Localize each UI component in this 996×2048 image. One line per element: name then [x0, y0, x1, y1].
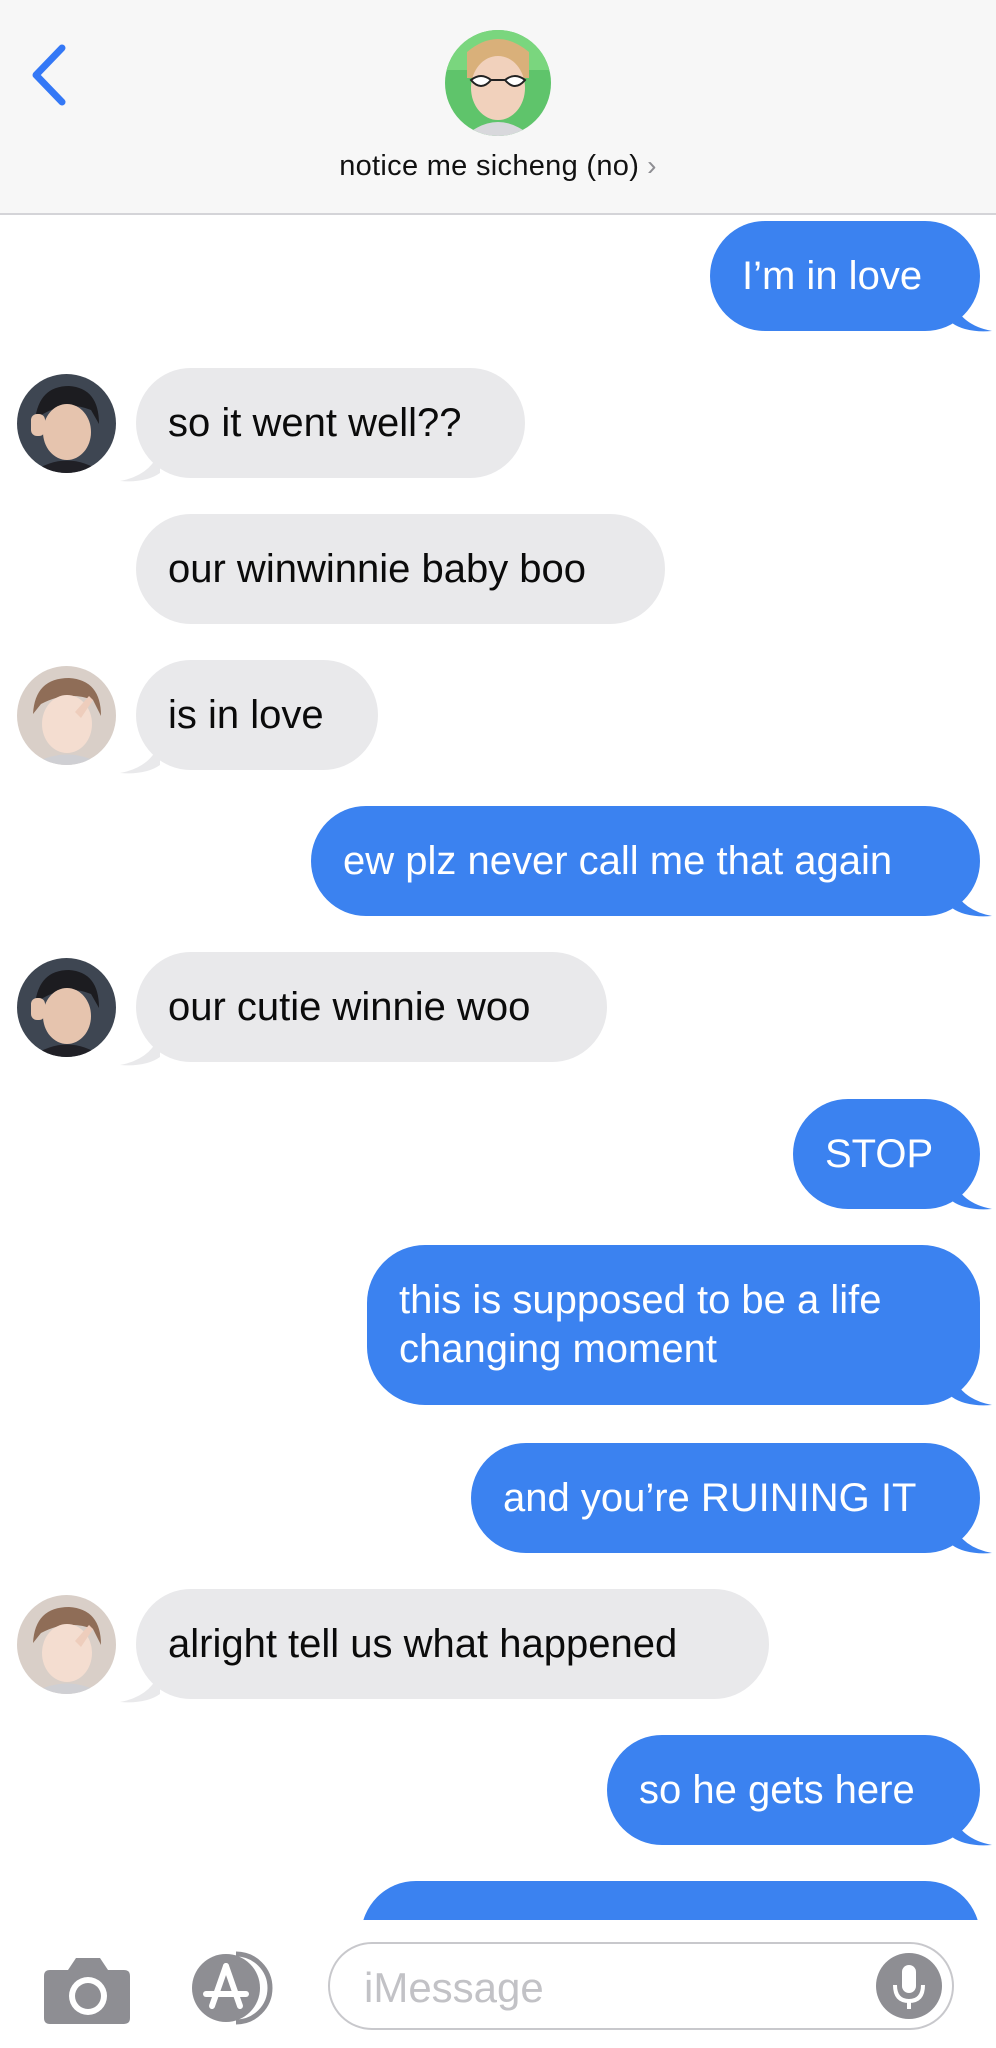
app-store-button[interactable]: [186, 1948, 282, 2028]
message-text: STOP: [825, 1131, 934, 1176]
contact-name[interactable]: notice me sicheng (no) ›: [0, 150, 996, 183]
back-button[interactable]: [28, 40, 78, 110]
message-thread[interactable]: I’m in love so it went well?? our winwin…: [0, 213, 996, 1920]
bubble-tail: [952, 1813, 992, 1846]
imessage-field[interactable]: [328, 1942, 954, 2030]
back-chevron-icon: [32, 44, 66, 106]
microphone-icon: [893, 1965, 925, 2009]
message-composer: [0, 1920, 996, 2048]
message-bubble-outgoing[interactable]: and you’re RUINING IT: [471, 1443, 980, 1553]
message-bubble-outgoing[interactable]: so he gets here: [607, 1735, 980, 1845]
contact-name-label: notice me sicheng (no): [339, 150, 640, 182]
sender-avatar[interactable]: [17, 1595, 116, 1694]
sender-avatar[interactable]: [17, 374, 116, 473]
bubble-tail: [952, 1373, 992, 1406]
dictation-button[interactable]: [876, 1953, 942, 2019]
message-text: alright tell us what happened: [168, 1621, 678, 1666]
message-bubble-incoming[interactable]: alright tell us what happened: [136, 1589, 769, 1699]
message-bubble-outgoing[interactable]: ew plz never call me that again: [311, 806, 980, 916]
app-store-icon: [192, 1951, 273, 2025]
conversation-header: notice me sicheng (no) ›: [0, 0, 996, 215]
message-text: so he gets here: [639, 1767, 915, 1812]
bubble-tail: [952, 1521, 992, 1554]
message-text: our winwinnie baby boo: [168, 546, 587, 591]
message-input[interactable]: [362, 1960, 866, 2016]
camera-button[interactable]: [42, 1952, 132, 2026]
message-text: ew plz never call me that again: [343, 838, 893, 883]
message-text: this is supposed to be a life changing m…: [399, 1278, 882, 1371]
message-text: and you’re RUINING IT: [503, 1475, 917, 1520]
message-bubble-outgoing[interactable]: I’m in love: [710, 221, 980, 331]
message-bubble-outgoing[interactable]: this is supposed to be a life changing m…: [367, 1245, 980, 1405]
message-bubble-incoming[interactable]: so it went well??: [136, 368, 525, 478]
contact-avatar[interactable]: [445, 30, 551, 136]
message-bubble-incoming[interactable]: is in love: [136, 660, 378, 770]
message-text: is in love: [168, 692, 324, 737]
chevron-right-icon: ›: [647, 150, 657, 181]
message-bubble-incoming[interactable]: our cutie winnie woo: [136, 952, 607, 1062]
bubble-tail: [952, 1177, 992, 1210]
camera-icon: [44, 1958, 130, 2024]
message-bubble-outgoing[interactable]: [361, 1881, 980, 1920]
sender-avatar[interactable]: [17, 666, 116, 765]
message-text: our cutie winnie woo: [168, 984, 531, 1029]
bubble-tail: [952, 884, 992, 917]
message-text: I’m in love: [742, 253, 923, 298]
sender-avatar[interactable]: [17, 958, 116, 1057]
message-bubble-incoming[interactable]: our winwinnie baby boo: [136, 514, 665, 624]
bubble-tail: [952, 299, 992, 332]
message-text: so it went well??: [168, 400, 462, 445]
